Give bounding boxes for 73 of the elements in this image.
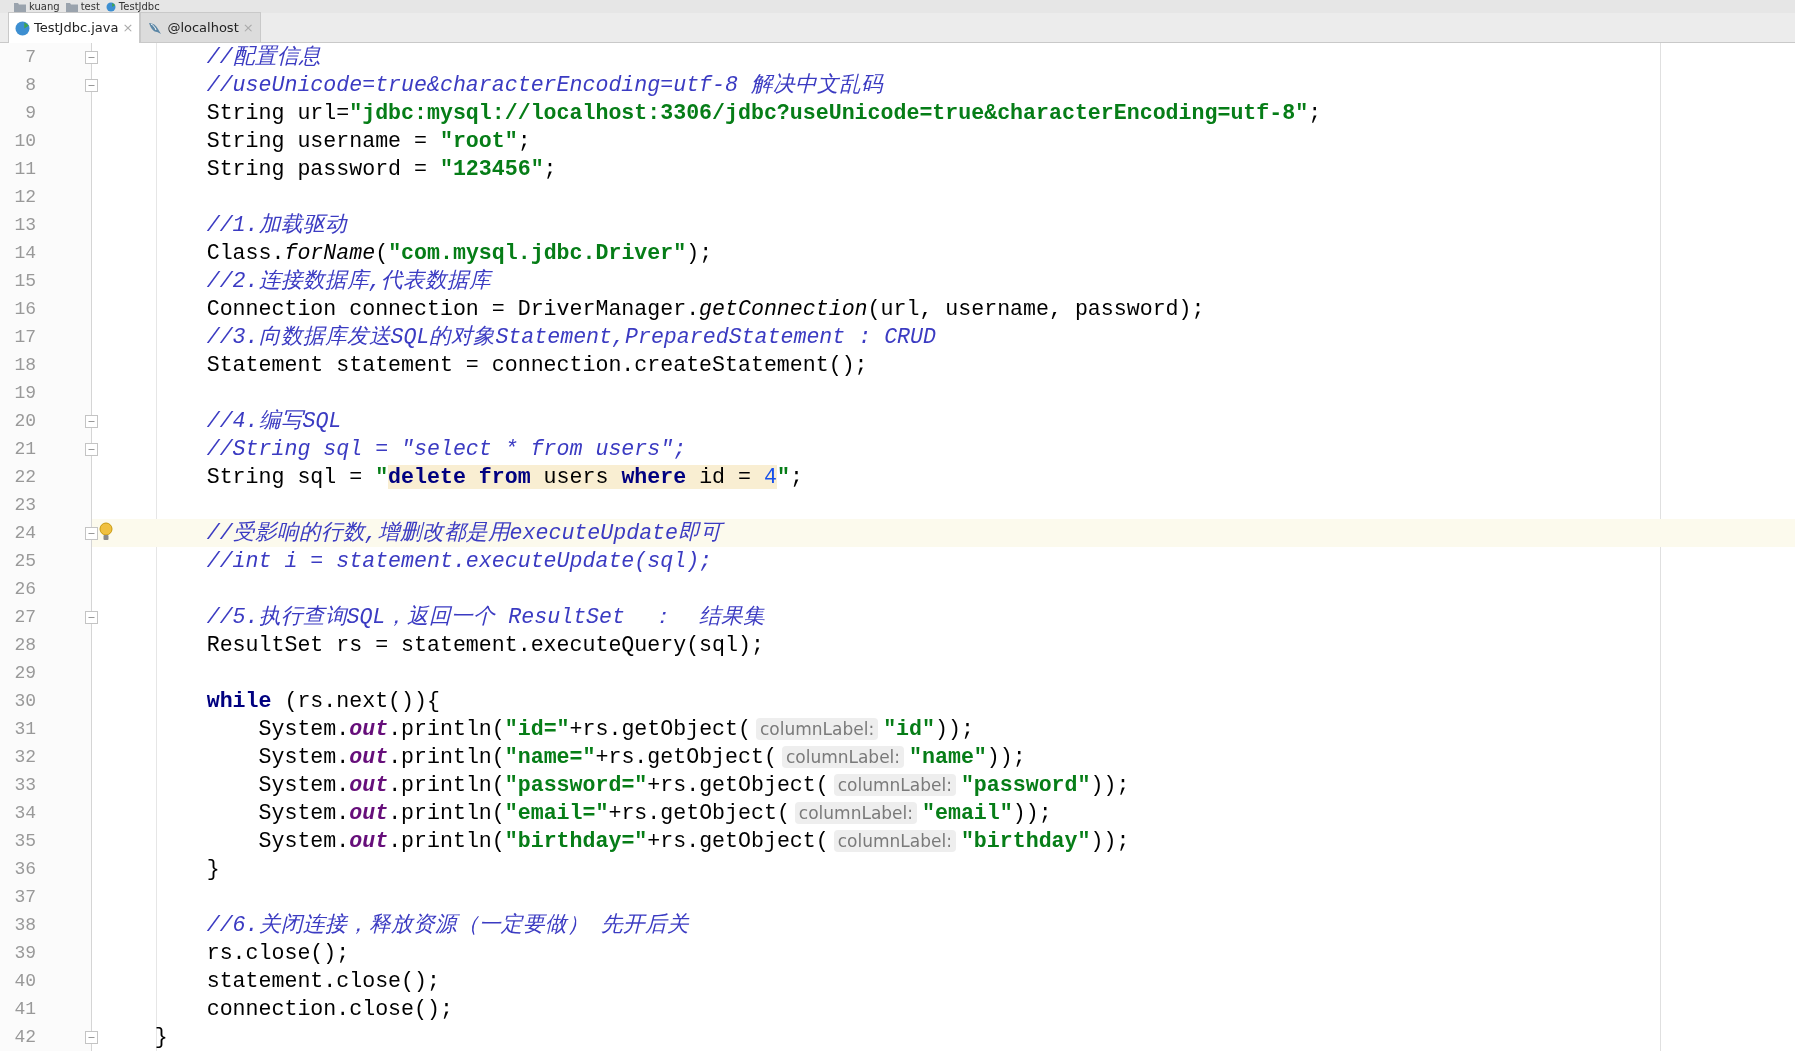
line-number: 34 <box>0 799 92 827</box>
line-number: 17 <box>0 323 92 351</box>
code-line: //1.加载驱动 <box>206 213 347 237</box>
line-number: 18 <box>0 351 92 379</box>
code-line: } <box>206 857 220 881</box>
code-line: //int i = statement.executeUpdate(sql); <box>206 549 713 573</box>
code-line: String sql = "delete from users where id = 4"; <box>206 465 803 489</box>
line-number: 26 <box>0 575 92 603</box>
code-line: System.out.println("id="+rs.getObject( columnLabel: "id")); <box>258 717 974 741</box>
line-number: 33 <box>0 771 92 799</box>
line-number: 40 <box>0 967 92 995</box>
fold-icon[interactable] <box>85 611 98 624</box>
code-line: System.out.println("birthday="+rs.getObject( columnLabel: "birthday")); <box>258 829 1130 853</box>
class-icon <box>105 1 116 12</box>
code-line: String url="jdbc:mysql://localhost:3306/jdbc?useUnicode=true&characterEncoding=utf-8"; <box>206 101 1322 125</box>
code-line: //4.编写SQL <box>206 409 342 433</box>
fold-icon[interactable] <box>85 51 98 64</box>
code-line: System.out.println("password="+rs.getObject( columnLabel: "password")); <box>258 773 1130 797</box>
code-line: statement.close(); <box>206 969 440 993</box>
fold-icon[interactable] <box>85 415 98 428</box>
code-line: Connection connection = DriverManager.getConnection(url, username, password); <box>206 297 1205 321</box>
line-number: 15 <box>0 267 92 295</box>
code-line: ResultSet rs = statement.executeQuery(sql); <box>206 633 764 657</box>
line-number: 10 <box>0 127 92 155</box>
class-icon <box>15 20 30 36</box>
line-number: 16 <box>0 295 92 323</box>
code-line: Class.forName("com.mysql.jdbc.Driver"); <box>206 241 713 265</box>
code-line: while (rs.next()){ <box>206 689 440 713</box>
code-line: } <box>154 1025 168 1049</box>
code-line: //6.关闭连接，释放资源（一定要做） 先开后关 <box>206 913 690 937</box>
line-number: 30 <box>0 687 92 715</box>
line-number: 19 <box>0 379 92 407</box>
code-line: String username = "root"; <box>206 129 531 153</box>
line-number: 9 <box>0 99 92 127</box>
code-line: //配置信息 <box>206 45 321 69</box>
editor-tab[interactable]: @localhost × <box>140 12 261 42</box>
line-number: 36 <box>0 855 92 883</box>
line-number: 28 <box>0 631 92 659</box>
code-line: Statement statement = connection.createStatement(); <box>206 353 868 377</box>
editor-tab[interactable]: TestJdbc.java × <box>8 12 141 43</box>
line-number: 11 <box>0 155 92 183</box>
fold-icon[interactable] <box>85 79 98 92</box>
fold-icon[interactable] <box>85 527 98 540</box>
line-number: 37 <box>0 883 92 911</box>
fold-icon[interactable] <box>85 1031 98 1044</box>
code-line: rs.close(); <box>206 941 350 965</box>
line-number: 29 <box>0 659 92 687</box>
line-number: 25 <box>0 547 92 575</box>
breadcrumb-item[interactable]: TestJdbc <box>105 0 160 13</box>
code-line: //3.向数据库发送SQL的对象Statement,PreparedStatement : CRUD <box>206 325 936 349</box>
code-line: connection.close(); <box>206 997 453 1021</box>
code-line: String password = "123456"; <box>206 157 557 181</box>
line-number: 23 <box>0 491 92 519</box>
code-line: //5.执行查询SQL，返回一个 ResultSet ： 结果集 <box>206 605 765 629</box>
line-number: 13 <box>0 211 92 239</box>
line-number: 14 <box>0 239 92 267</box>
lightbulb-icon[interactable] <box>99 522 113 542</box>
code-line: System.out.println("email="+rs.getObject( columnLabel: "email")); <box>258 801 1052 825</box>
code-line: System.out.println("name="+rs.getObject( columnLabel: "name")); <box>258 745 1026 769</box>
line-number: 38 <box>0 911 92 939</box>
line-number: 22 <box>0 463 92 491</box>
breadcrumb-item[interactable]: kuang <box>14 0 60 13</box>
code-line: //2.连接数据库,代表数据库 <box>206 269 492 293</box>
line-number: 32 <box>0 743 92 771</box>
fold-icon[interactable] <box>85 443 98 456</box>
breadcrumb-item[interactable]: test <box>65 0 100 13</box>
code-line: //useUnicode=true&characterEncoding=utf-8 解决中文乱码 <box>206 73 883 97</box>
line-number: 12 <box>0 183 92 211</box>
code-line: //String sql = "select * from users"; <box>206 437 687 461</box>
line-number: 39 <box>0 939 92 967</box>
line-number: 35 <box>0 827 92 855</box>
line-number: 31 <box>0 715 92 743</box>
line-number: 41 <box>0 995 92 1023</box>
